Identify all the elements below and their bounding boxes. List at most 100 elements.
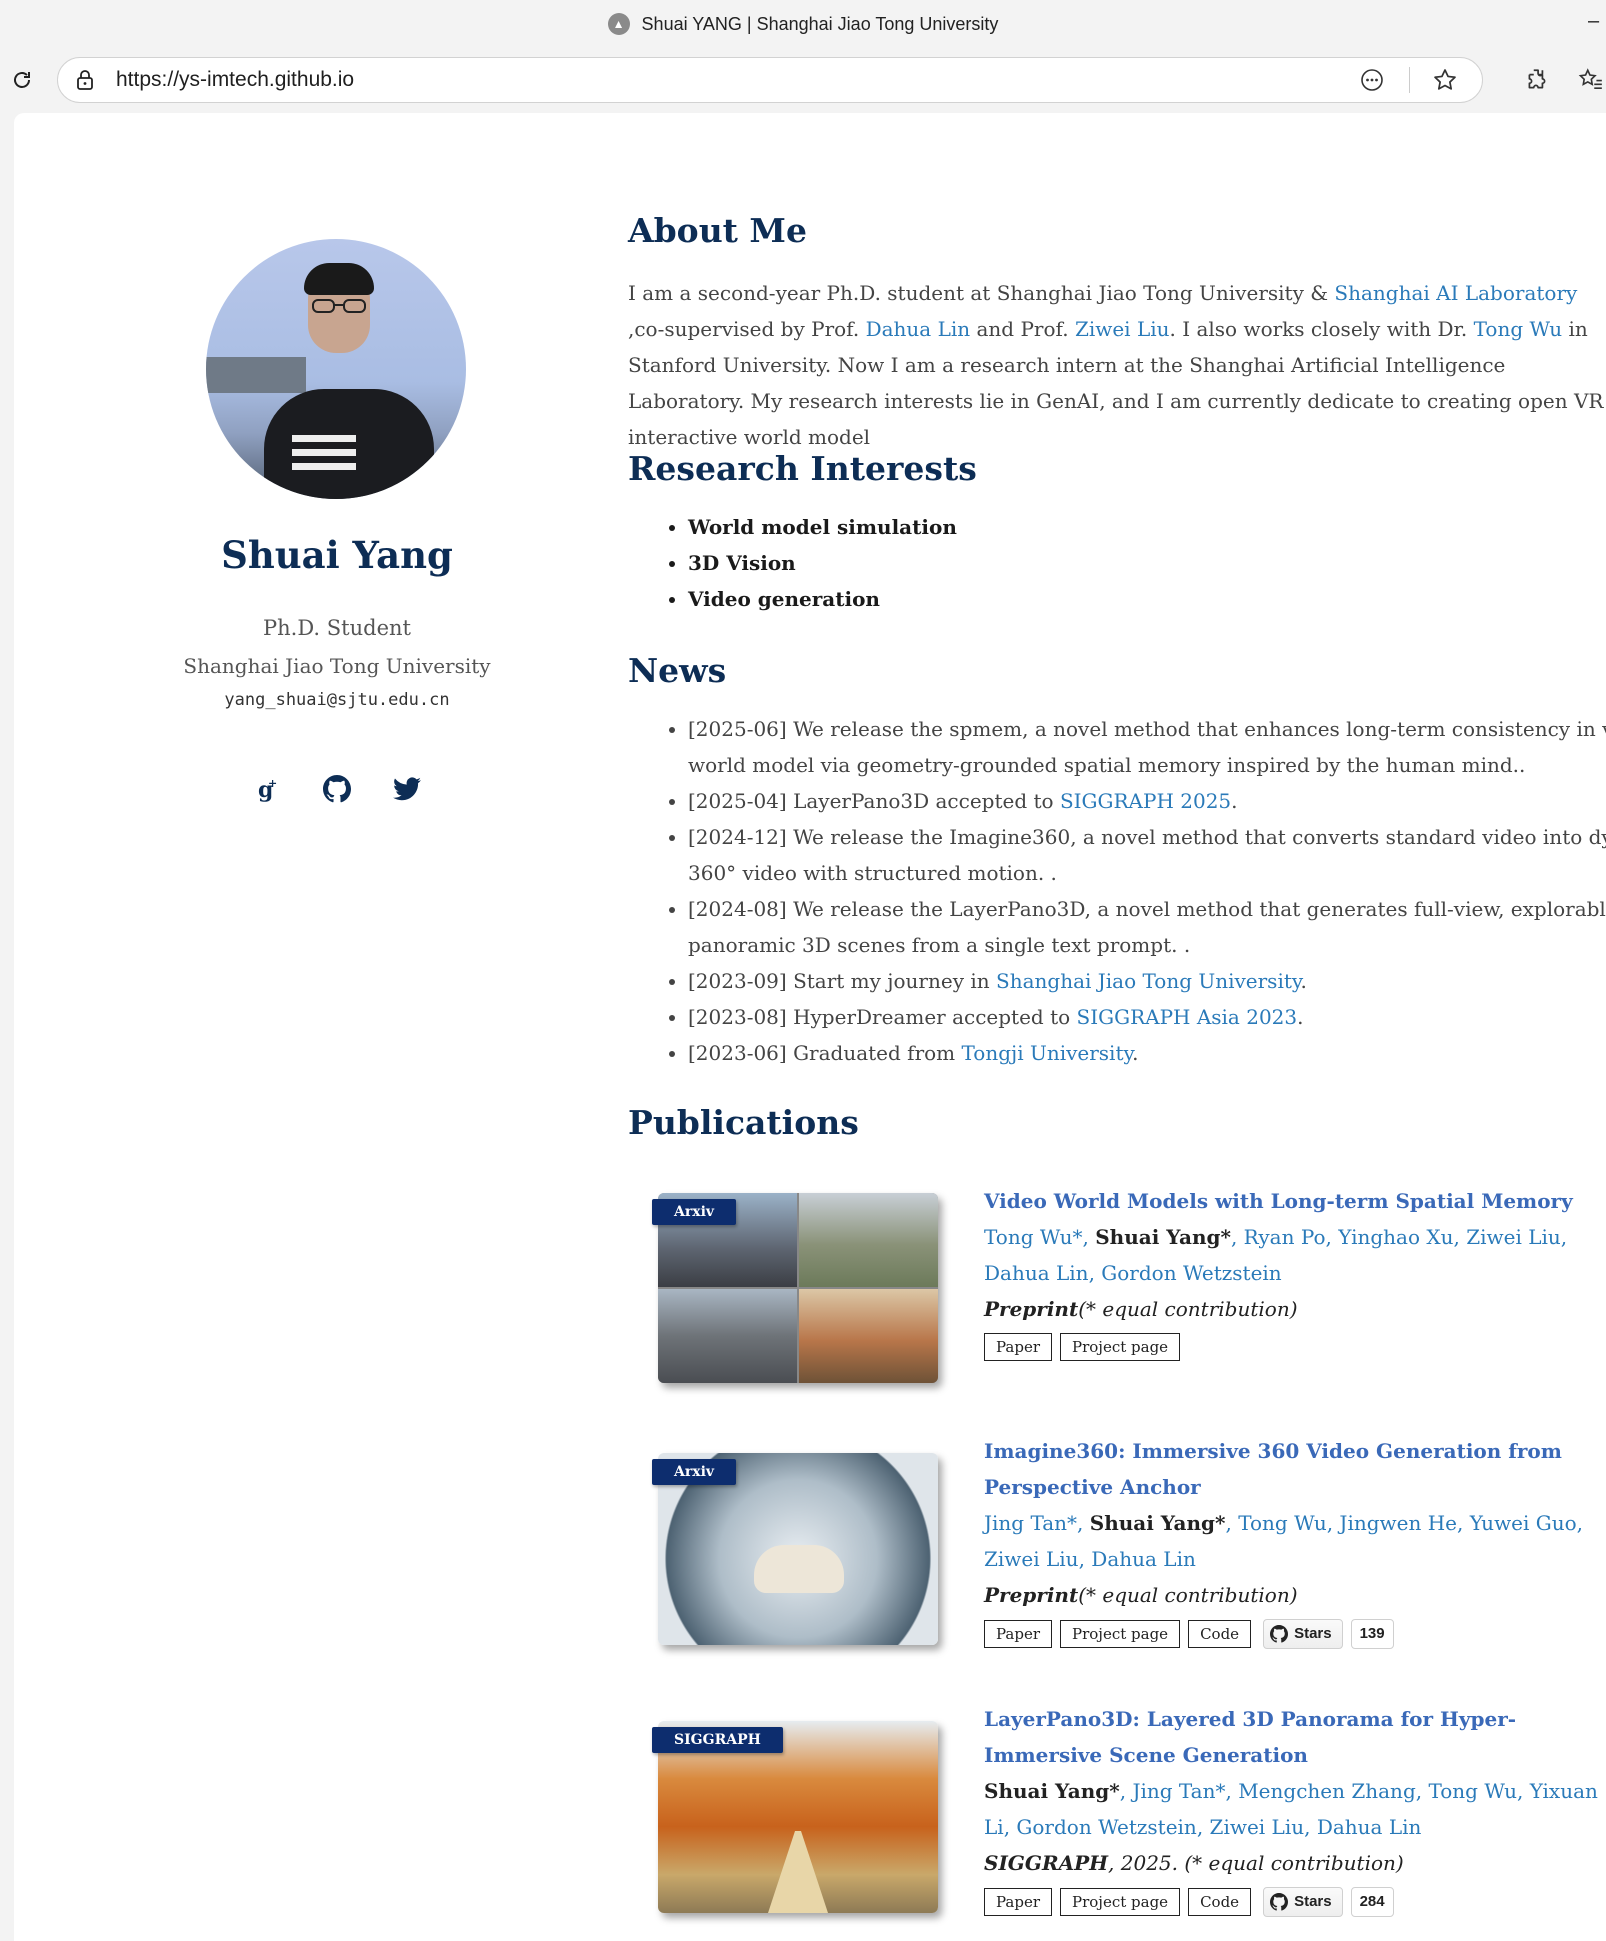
- news-list: [2025-06] We release the spmem, a novel …: [628, 711, 1606, 1071]
- author-link[interactable]: Jing Tan: [984, 1511, 1067, 1535]
- link-ziwei-liu[interactable]: Ziwei Liu: [1075, 317, 1170, 341]
- news-item: [2024-12] We release the Imagine360, a n…: [688, 819, 1606, 891]
- author-self: Shuai Yang*: [984, 1779, 1120, 1803]
- author-link[interactable]: Ziwei Liu: [1210, 1815, 1305, 1839]
- publication-buttons: Paper Project page Code Stars 284: [984, 1887, 1606, 1917]
- author-link[interactable]: Mengchen Zhang: [1238, 1779, 1416, 1803]
- minimize-icon[interactable]: –: [1588, 10, 1606, 32]
- publication-card: SIGGRAPH LayerPano3D: Layered 3D Panoram…: [628, 1707, 1606, 1917]
- link-tongji[interactable]: Tongji University: [962, 1041, 1133, 1065]
- author-link[interactable]: Tong Wu: [1238, 1511, 1327, 1535]
- more-options-icon[interactable]: [1357, 65, 1387, 95]
- github-stars-button[interactable]: Stars: [1263, 1887, 1343, 1917]
- research-interests-heading: Research Interests: [628, 449, 977, 488]
- favorites-list-icon[interactable]: [1576, 65, 1606, 95]
- paper-button[interactable]: Paper: [984, 1888, 1053, 1916]
- news-item: [2023-09] Start my journey in Shanghai J…: [688, 963, 1606, 999]
- publication-info: Imagine360: Immersive 360 Video Generati…: [984, 1433, 1606, 1649]
- link-sjtu[interactable]: Shanghai Jiao Tong University: [996, 969, 1301, 993]
- github-stars-count[interactable]: 284: [1350, 1887, 1394, 1917]
- reload-icon[interactable]: [8, 66, 36, 94]
- extensions-icon[interactable]: [1522, 65, 1552, 95]
- link-shanghai-ai-lab[interactable]: Shanghai AI Laboratory: [1334, 281, 1577, 305]
- list-item: World model simulation: [688, 509, 1606, 545]
- publication-info: LayerPano3D: Layered 3D Panorama for Hyp…: [984, 1701, 1606, 1917]
- separator: [1409, 67, 1410, 93]
- author-self: Shuai Yang*: [1089, 1511, 1226, 1535]
- publication-title[interactable]: LayerPano3D: Layered 3D Panorama for Hyp…: [984, 1701, 1606, 1773]
- favorite-star-icon[interactable]: [1430, 65, 1460, 95]
- publication-venue: SIGGRAPH, 2025. (* equal contribution): [984, 1851, 1404, 1875]
- about-heading: About Me: [628, 211, 807, 250]
- news-item: [2025-04] LayerPano3D accepted to SIGGRA…: [688, 783, 1606, 819]
- news-item: [2025-06] We release the spmem, a novel …: [688, 711, 1606, 783]
- github-icon[interactable]: [321, 773, 353, 805]
- news-item: [2023-08] HyperDreamer accepted to SIGGR…: [688, 999, 1606, 1035]
- profile-email[interactable]: yang_shuai@sjtu.edu.cn: [14, 690, 660, 710]
- github-icon: [1270, 1625, 1289, 1643]
- github-stars-count[interactable]: 139: [1350, 1619, 1394, 1649]
- project-page-button[interactable]: Project page: [1060, 1333, 1181, 1361]
- venue-badge: SIGGRAPH: [652, 1727, 783, 1753]
- social-links: g +: [14, 773, 660, 805]
- author-link[interactable]: Gordon Wetzstein: [1016, 1815, 1196, 1839]
- author-link[interactable]: Dahua Lin: [1091, 1547, 1196, 1571]
- list-item: Video generation: [688, 581, 1606, 617]
- publication-title[interactable]: Video World Models with Long-term Spatia…: [984, 1183, 1606, 1219]
- svg-text:+: +: [268, 777, 277, 790]
- avatar: [206, 239, 466, 499]
- author-self: Shuai Yang*: [1095, 1225, 1231, 1249]
- publication-info: Video World Models with Long-term Spatia…: [984, 1183, 1606, 1361]
- code-button[interactable]: Code: [1188, 1888, 1252, 1916]
- link-dahua-lin[interactable]: Dahua Lin: [866, 317, 971, 341]
- publication-authors[interactable]: Tong Wu*, Shuai Yang*, Ryan Po, Yinghao …: [984, 1219, 1606, 1291]
- profile-role: Ph.D. Student: [263, 616, 411, 640]
- publication-buttons: Paper Project page: [984, 1333, 1606, 1361]
- about-paragraph: I am a second-year Ph.D. student at Shan…: [628, 281, 1604, 449]
- lock-icon[interactable]: [76, 69, 98, 91]
- author-link[interactable]: Jingwen He: [1339, 1511, 1457, 1535]
- tab-title: Shuai YANG | Shanghai Jiao Tong Universi…: [641, 13, 999, 34]
- project-page-button[interactable]: Project page: [1060, 1888, 1181, 1916]
- author-link[interactable]: Yinghao Xu: [1338, 1225, 1453, 1249]
- author-link[interactable]: Jing Tan: [1132, 1779, 1215, 1803]
- browser-toolbar: https://ys-imtech.github.io: [0, 48, 1606, 112]
- twitter-icon[interactable]: [391, 773, 423, 805]
- profile-name: Shuai Yang: [221, 533, 453, 577]
- publication-authors[interactable]: Jing Tan*, Shuai Yang*, Tong Wu, Jingwen…: [984, 1505, 1606, 1577]
- author-link[interactable]: Ziwei Liu: [1466, 1225, 1561, 1249]
- code-button[interactable]: Code: [1188, 1620, 1252, 1648]
- github-stars-button[interactable]: Stars: [1263, 1619, 1343, 1649]
- google-scholar-icon[interactable]: g +: [251, 773, 283, 805]
- publication-venue: Preprint(* equal contribution): [984, 1583, 1298, 1607]
- venue-badge: Arxiv: [652, 1199, 737, 1225]
- site-favicon-icon: ▲: [607, 13, 630, 35]
- author-link[interactable]: Tong Wu: [1428, 1779, 1517, 1803]
- url-text[interactable]: https://ys-imtech.github.io: [116, 68, 1357, 92]
- author-link[interactable]: Dahua Lin: [1317, 1815, 1422, 1839]
- list-item: 3D Vision: [688, 545, 1606, 581]
- publications-heading: Publications: [628, 1103, 859, 1142]
- author-link[interactable]: Tong Wu: [984, 1225, 1073, 1249]
- author-link[interactable]: Gordon Wetzstein: [1101, 1261, 1281, 1285]
- publication-card: Arxiv Imagine360: Immersive 360 Video Ge…: [628, 1439, 1606, 1649]
- browser-title-bar: ▲ Shuai YANG | Shanghai Jiao Tong Univer…: [0, 0, 1606, 48]
- project-page-button[interactable]: Project page: [1060, 1620, 1181, 1648]
- link-siggraph-2025[interactable]: SIGGRAPH 2025: [1060, 789, 1231, 813]
- link-tong-wu[interactable]: Tong Wu: [1474, 317, 1563, 341]
- paper-button[interactable]: Paper: [984, 1333, 1053, 1361]
- venue-badge: Arxiv: [652, 1459, 737, 1485]
- author-link[interactable]: Yuwei Guo: [1470, 1511, 1577, 1535]
- author-link[interactable]: Ryan Po: [1244, 1225, 1326, 1249]
- news-heading: News: [628, 651, 727, 690]
- news-item: [2023-06] Graduated from Tongji Universi…: [688, 1035, 1606, 1071]
- paper-button[interactable]: Paper: [984, 1620, 1053, 1648]
- publication-title[interactable]: Imagine360: Immersive 360 Video Generati…: [984, 1433, 1606, 1505]
- author-link[interactable]: Ziwei Liu: [984, 1547, 1079, 1571]
- github-icon: [1270, 1893, 1289, 1911]
- link-siggraph-asia-2023[interactable]: SIGGRAPH Asia 2023: [1077, 1005, 1298, 1029]
- publication-authors[interactable]: Shuai Yang*, Jing Tan*, Mengchen Zhang, …: [984, 1773, 1606, 1845]
- address-bar[interactable]: https://ys-imtech.github.io: [57, 57, 1483, 103]
- profile-affiliation: Shanghai Jiao Tong University: [183, 654, 491, 678]
- author-link[interactable]: Dahua Lin: [984, 1261, 1089, 1285]
